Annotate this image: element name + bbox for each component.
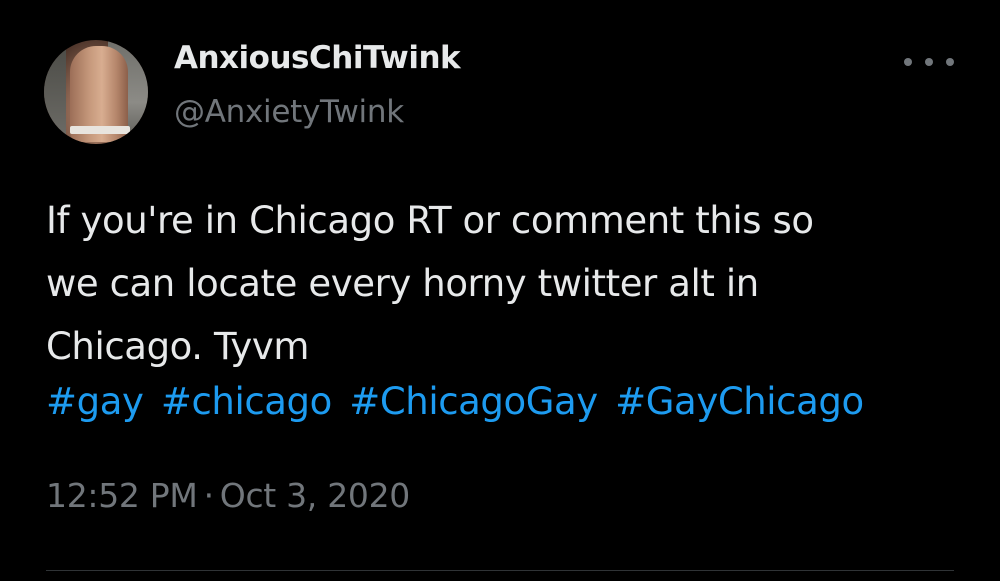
hashtag-link[interactable]: #chicago [161,380,332,423]
tweet-text-line: Chicago. Tyvm [46,325,310,368]
more-dot [925,58,933,66]
more-dot [904,58,912,66]
more-options-icon[interactable] [904,52,954,72]
hashtag-link[interactable]: #gay [46,380,144,423]
more-dot [946,58,954,66]
timestamp-separator: · [203,476,215,515]
tweet-text: If you're in Chicago RT or comment this … [46,189,946,378]
hashtag-link[interactable]: #ChicagoGay [349,380,598,423]
avatar-photo-waistband [70,126,130,134]
avatar[interactable] [44,40,148,144]
tweet-timestamp[interactable]: 12:52 PM · Oct 3, 2020 [46,476,410,515]
author-display-name[interactable]: AnxiousChiTwink [174,40,461,76]
tweet-text-line: If you're in Chicago RT or comment this … [46,199,814,242]
tweet-card: AnxiousChiTwink @AnxietyTwink If you're … [0,0,1000,581]
hashtag-list: #gay #chicago #ChicagoGay #GayChicago [46,374,870,430]
hashtag-link[interactable]: #GayChicago [615,380,864,423]
tweet-time: 12:52 PM [46,476,198,515]
tweet-text-line: we can locate every horny twitter alt in [46,262,759,305]
divider [46,570,954,571]
tweet-date: Oct 3, 2020 [219,476,411,515]
avatar-photo-background [44,40,66,144]
author-handle[interactable]: @AnxietyTwink [174,94,404,130]
